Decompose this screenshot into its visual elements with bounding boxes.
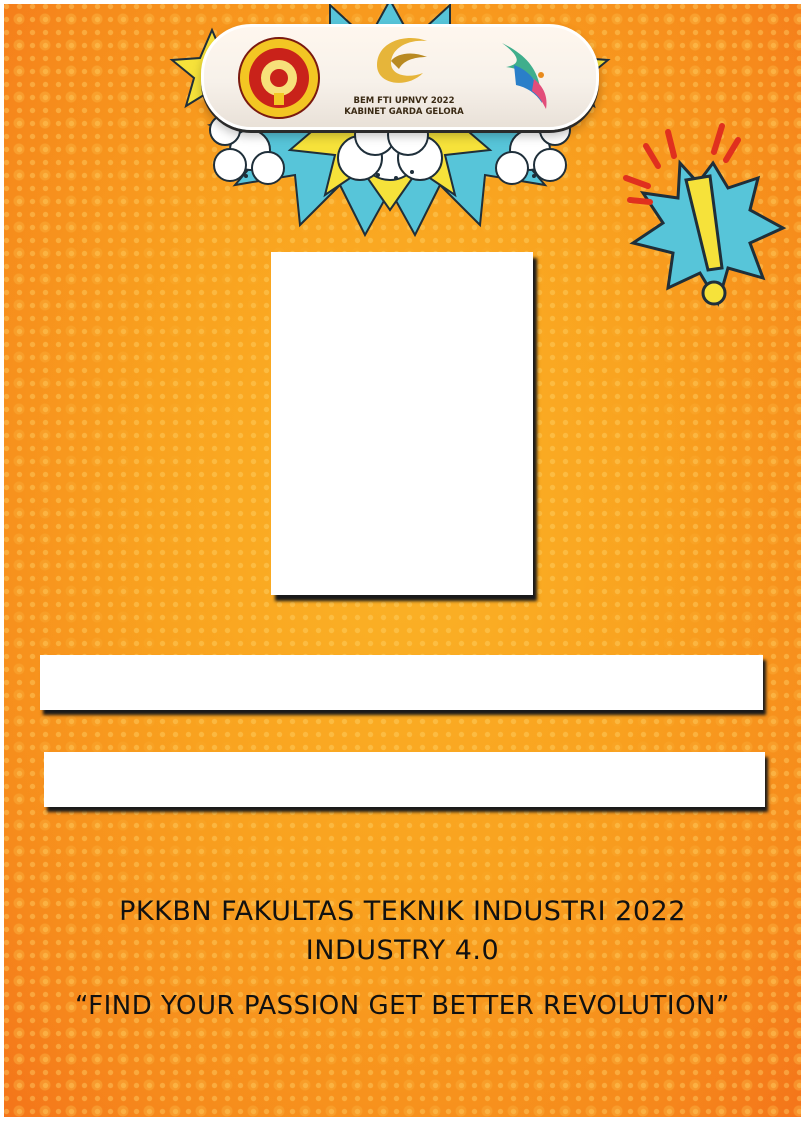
photo-placeholder <box>271 252 533 595</box>
cabinet-name: KABINET GARDA GELORA <box>344 107 464 117</box>
event-subtitle: INDUSTRY 4.0 <box>305 935 500 966</box>
id-field <box>44 752 765 807</box>
name-field <box>40 655 763 710</box>
bird-logo-icon <box>502 43 547 109</box>
exclamation-icon <box>623 123 787 307</box>
event-tagline: “FIND YOUR PASSION GET BETTER REVOLUTION… <box>75 991 730 1021</box>
bem-logo-icon <box>377 38 427 83</box>
organization-name: BEM FTI UPNVY 2022 <box>353 96 455 106</box>
university-seal-icon <box>238 37 320 119</box>
header-logo-banner: BEM FTI UPNVY 2022 KABINET GARDA GELORA <box>201 24 599 130</box>
event-title: PKKBN FAKULTAS TEKNIK INDUSTRI 2022 <box>119 896 686 927</box>
